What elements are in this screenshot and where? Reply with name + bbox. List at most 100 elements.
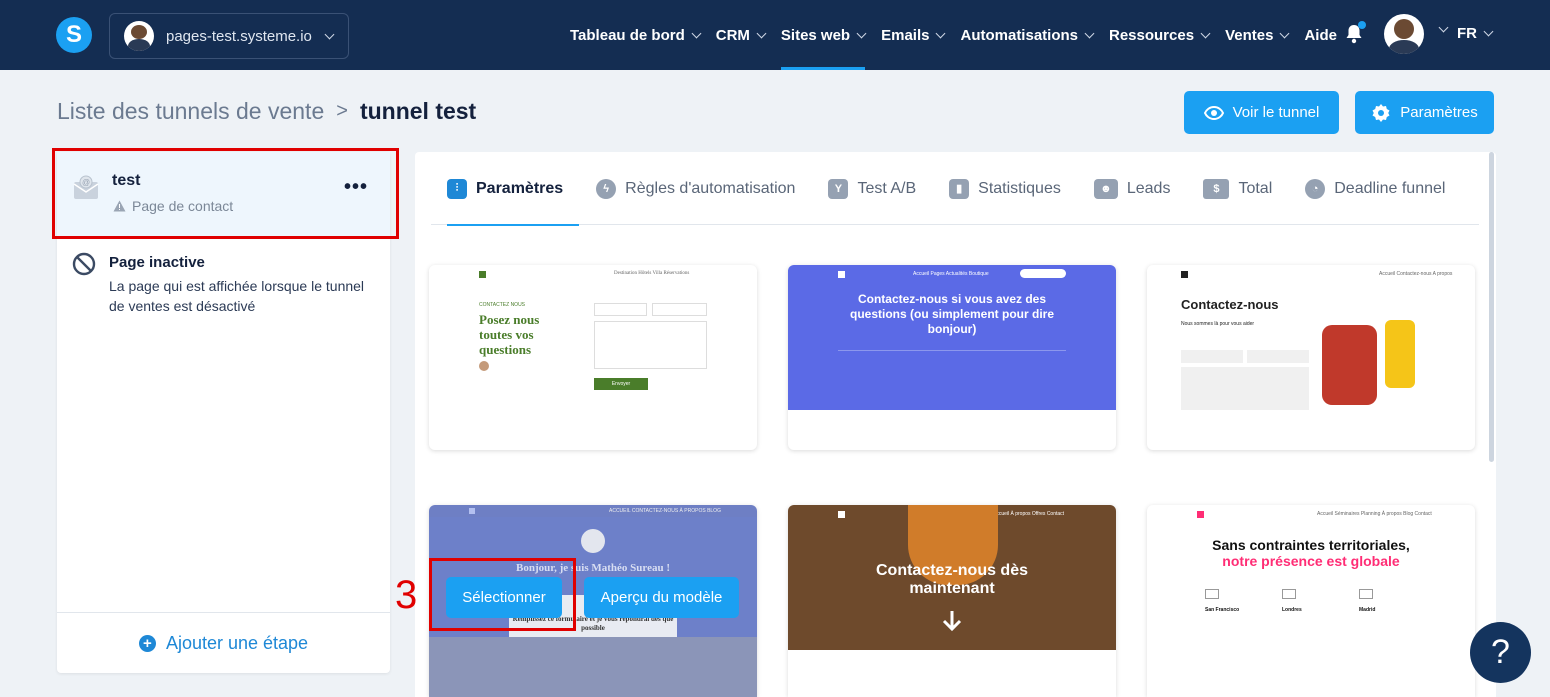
breadcrumb-separator: > (336, 100, 348, 122)
template-preview-button[interactable]: Aperçu du modèle (584, 577, 739, 618)
template-card-6[interactable]: Accueil Séminaires Planning À propos Blo… (1147, 505, 1475, 697)
bar-chart-icon: ▮ (949, 178, 970, 199)
settings-label: Paramètres (1400, 104, 1478, 121)
template-field (1247, 350, 1309, 363)
tab-deadline-funnel[interactable]: ◔ Deadline funnel (1305, 152, 1445, 225)
tab-label: Total (1238, 179, 1273, 197)
nav-label: Ventes (1225, 26, 1274, 44)
chevron-down-icon (1483, 26, 1494, 37)
nav-ventes[interactable]: Ventes (1225, 0, 1290, 70)
chevron-down-icon (1200, 28, 1211, 38)
chevron-down-icon (756, 28, 767, 38)
template-hero: Accueil À propos Offres Contact Contacte… (788, 505, 1116, 650)
template-heading: Sans contraintes territoriales, (1212, 537, 1410, 553)
chevron-down-icon (691, 28, 702, 38)
tab-leads[interactable]: ☻ Leads (1093, 152, 1171, 225)
template-logo (1197, 511, 1204, 518)
content-scrollbar[interactable] (1489, 152, 1494, 462)
nav-label: Emails (881, 26, 930, 44)
template-nav: Accueil À propos Offres Contact (993, 511, 1065, 517)
template-logo (838, 271, 845, 278)
tab-statistiques[interactable]: ▮ Statistiques (949, 152, 1061, 225)
nav-aide[interactable]: Aide (1304, 0, 1337, 70)
view-funnel-button[interactable]: Voir le tunnel (1184, 91, 1339, 134)
nav-automatisations[interactable]: Automatisations (960, 0, 1095, 70)
nav-label: Aide (1304, 26, 1337, 44)
chevron-down-icon[interactable] (1438, 22, 1449, 33)
template-logo (479, 271, 486, 278)
split-icon: Y (828, 178, 849, 199)
arrow-down-icon (942, 611, 962, 632)
tab-label: Test A/B (857, 179, 917, 197)
systeme-logo[interactable]: S (56, 17, 92, 53)
nav-emails[interactable]: Emails (881, 0, 946, 70)
bolt-icon: ϟ (596, 178, 617, 199)
site-selector[interactable]: pages-test.systeme.io (109, 13, 349, 59)
notification-dot (1358, 21, 1366, 29)
user-avatar[interactable] (1384, 14, 1424, 54)
help-button[interactable]: ? (1470, 622, 1531, 683)
settings-button[interactable]: Paramètres (1355, 91, 1494, 134)
nav-label: CRM (715, 26, 750, 44)
template-field (1181, 350, 1243, 363)
office-name: Madrid (1359, 607, 1376, 613)
breadcrumb: Liste des tunnels de vente > tunnel test (57, 98, 476, 125)
nav-ressources[interactable]: Ressources (1109, 0, 1211, 70)
sliders-icon: ⫶ (447, 178, 467, 199)
chevron-down-icon (936, 28, 946, 38)
tab-test-ab[interactable]: Y Test A/B (828, 152, 916, 225)
template-nav: Accueil Contactez-nous A propos (1379, 271, 1453, 277)
template-heading: Contactez-nous (1181, 297, 1279, 312)
template-heading: Contactez-nous dès maintenant (875, 562, 1028, 597)
phone-image (1385, 320, 1415, 388)
location-icon (1282, 589, 1296, 599)
step-content-panel: ⫶ Paramètres ϟ Règles d'automatisation Y Te… (415, 152, 1496, 697)
eye-icon (1203, 105, 1224, 120)
annotation-highlight-step (52, 148, 399, 239)
template-heading: Posez nous toutes vos questions (479, 312, 540, 357)
tab-regles-automatisation[interactable]: ϟ Règles d'automatisation (596, 152, 795, 225)
template-field (652, 303, 707, 316)
author-avatar (581, 529, 605, 553)
tab-total[interactable]: $ Total (1203, 152, 1272, 225)
disabled-icon (72, 252, 96, 276)
annotation-number: 3 (395, 573, 418, 617)
author-avatar (479, 361, 489, 371)
annotation-highlight-select (429, 558, 576, 631)
template-button: Envoyer (594, 378, 648, 390)
view-funnel-label: Voir le tunnel (1232, 104, 1320, 121)
template-card-1[interactable]: Destination Hôtels Villa Réservations CO… (429, 265, 757, 450)
nav-label: Tableau de bord (570, 26, 685, 44)
nav-crm[interactable]: CRM (715, 0, 767, 70)
template-card-2[interactable]: Accueil Pages Actualités Boutique Contac… (788, 265, 1116, 450)
template-divider (838, 350, 1066, 408)
tab-label: Deadline funnel (1334, 179, 1446, 197)
chevron-down-icon (856, 28, 867, 38)
nav-tableau-de-bord[interactable]: Tableau de bord (570, 0, 702, 70)
tab-parametres[interactable]: ⫶ Paramètres (447, 152, 580, 226)
help-icon: ? (1491, 633, 1510, 671)
template-card-3[interactable]: Accueil Contactez-nous A propos Contacte… (1147, 265, 1475, 450)
inactive-page-title: Page inactive (109, 254, 205, 271)
template-footer-area (429, 637, 757, 697)
nav-label: Ressources (1109, 26, 1195, 44)
template-cta (1020, 269, 1066, 278)
template-nav: Accueil Pages Actualités Boutique (913, 271, 989, 277)
template-hero: Accueil Pages Actualités Boutique Contac… (788, 265, 1116, 410)
main-nav: Tableau de bord CRM Sites web Emails Aut… (570, 0, 1353, 70)
gear-icon (1372, 103, 1390, 122)
template-header: ACCUEIL CONTACTEZ-NOUS À PROPOS BLOG (429, 505, 757, 517)
tab-label: Leads (1126, 179, 1171, 197)
chevron-down-icon (1279, 28, 1290, 38)
nav-label: Automatisations (960, 26, 1078, 44)
nav-sites-web[interactable]: Sites web (780, 0, 867, 70)
nav-label: Sites web (780, 26, 851, 44)
add-step-button[interactable]: + Ajouter une étape (57, 612, 390, 673)
language-selector[interactable]: FR (1457, 25, 1494, 42)
template-nav: Destination Hôtels Villa Réservations (614, 271, 690, 276)
template-nav: Accueil Séminaires Planning À propos Blo… (1317, 511, 1432, 517)
plus-circle-icon: + (138, 634, 156, 652)
tab-label: Paramètres (476, 179, 564, 197)
breadcrumb-parent-link[interactable]: Liste des tunnels de vente (57, 98, 324, 125)
template-card-5[interactable]: Accueil À propos Offres Contact Contacte… (788, 505, 1116, 697)
